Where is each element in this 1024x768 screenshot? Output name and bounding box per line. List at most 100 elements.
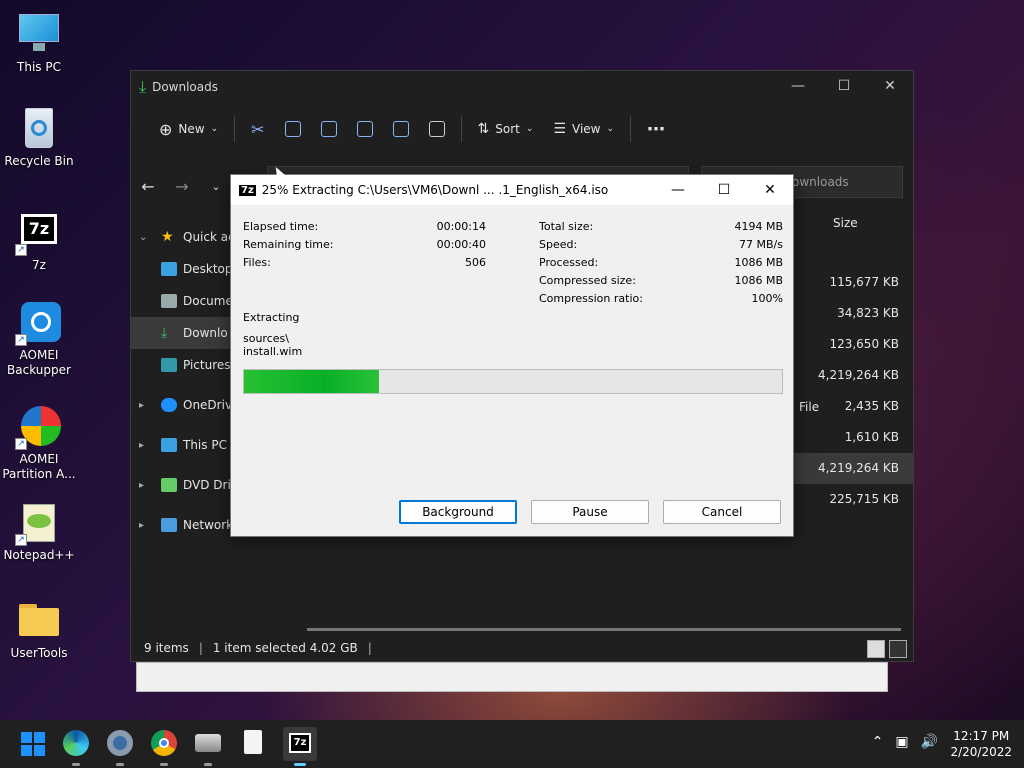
- clock-time: 12:17 PM: [953, 729, 1010, 743]
- desktop-icon-aomei-partition[interactable]: ↗ AOMEI Partition A...: [0, 404, 78, 482]
- column-header-size[interactable]: Size: [833, 216, 858, 230]
- rename-button[interactable]: [347, 113, 383, 145]
- copy-button[interactable]: [275, 113, 311, 145]
- 7zip-icon: 7z: [239, 184, 256, 196]
- back-arrow-icon[interactable]: ←: [131, 177, 165, 196]
- desktop-icon-7z[interactable]: 7z ↗ 7z: [0, 210, 78, 273]
- compression-ratio-label: Compression ratio:: [539, 292, 643, 305]
- desktop-icon-label: UserTools: [10, 646, 68, 660]
- desktop-icon-usertools[interactable]: UserTools: [0, 598, 78, 661]
- dialog-title: 25% Extracting C:\Users\VM6\Downl ... .1…: [261, 183, 609, 197]
- elapsed-time-label: Elapsed time:: [243, 220, 319, 233]
- more-options-button[interactable]: ⋯: [637, 113, 675, 145]
- desktop-icon-label: This PC: [17, 60, 61, 74]
- cut-button[interactable]: ✂: [241, 113, 274, 145]
- desktop-icon-this-pc[interactable]: This PC: [0, 12, 78, 75]
- recent-chevron-icon[interactable]: ⌄: [199, 180, 233, 193]
- background-window-strip: [136, 662, 888, 692]
- folder-icon: [17, 598, 61, 642]
- sort-label: Sort: [495, 122, 520, 136]
- file-size-cell: 123,650 KB: [829, 337, 899, 351]
- forward-arrow-icon[interactable]: →: [165, 177, 199, 196]
- view-label: View: [572, 122, 601, 136]
- view-button[interactable]: ☰ View ⌄: [543, 113, 624, 145]
- desktop-icon-label: AOMEI Partition A...: [2, 452, 76, 481]
- chevron-down-icon: ⌄: [139, 231, 148, 243]
- desktop-icon-aomei-backupper[interactable]: ↗ AOMEI Backupper: [0, 300, 78, 378]
- minimize-button[interactable]: —: [775, 71, 821, 101]
- background-button[interactable]: Background: [399, 500, 517, 524]
- close-button[interactable]: ✕: [867, 71, 913, 101]
- chevron-down-icon: ⌄: [525, 124, 534, 134]
- trash-icon: [428, 121, 445, 137]
- taskbar: 7z ⌃ ▣ 🔊 12:17 PM 2/20/2022: [0, 720, 1024, 768]
- volume-icon[interactable]: 🔊: [921, 734, 938, 750]
- taskbar-app-file[interactable]: [239, 730, 267, 758]
- current-path-line1: sources\: [243, 332, 289, 345]
- app-running-indicator: [160, 763, 168, 766]
- new-button[interactable]: ⊕ New ⌄: [149, 113, 228, 145]
- monitor-icon: [17, 12, 61, 56]
- share-button[interactable]: [383, 113, 419, 145]
- elapsed-time-value: 00:00:14: [436, 220, 486, 233]
- copy-icon: [284, 121, 301, 137]
- sidebar-item-label: Desktop: [183, 262, 233, 276]
- processed-value: 1086 MB: [734, 256, 783, 269]
- toolbar-separator: [234, 116, 236, 142]
- file-size-column: 115,677 KB 34,823 KB 123,650 KB 4,219,26…: [765, 267, 913, 515]
- pause-button[interactable]: Pause: [531, 500, 649, 524]
- close-button[interactable]: ✕: [747, 175, 793, 205]
- extraction-progress-dialog: 7z 25% Extracting C:\Users\VM6\Downl ...…: [230, 174, 794, 537]
- status-separator: |: [367, 641, 372, 655]
- taskbar-app-package[interactable]: [195, 730, 223, 766]
- dialog-window-controls: — ☐ ✕: [655, 175, 793, 205]
- edge-icon: [63, 730, 89, 756]
- sort-button[interactable]: ⇅ Sort ⌄: [468, 113, 544, 145]
- scissors-icon: ✂: [251, 119, 265, 139]
- network-icon[interactable]: ▣: [895, 734, 908, 750]
- app-running-indicator: [72, 763, 80, 766]
- cancel-button[interactable]: Cancel: [663, 500, 781, 524]
- extraction-progress-bar: [243, 369, 783, 394]
- operation-label: Extracting: [243, 311, 300, 324]
- horizontal-scrollbar[interactable]: [307, 628, 901, 631]
- 7zip-icon: 7z ↗: [15, 210, 61, 256]
- rename-icon: [356, 121, 373, 137]
- explorer-toolbar: ⊕ New ⌄ ✂ ⇅ Sort ⌄ ☰ View ⌄ ⋯: [131, 103, 913, 155]
- clock[interactable]: 12:17 PM 2/20/2022: [950, 728, 1012, 760]
- file-size-cell: 1,610 KB: [844, 430, 899, 444]
- package-icon: [195, 734, 221, 752]
- desktop-icon-label: 7z: [32, 258, 46, 272]
- delete-button[interactable]: [419, 113, 455, 145]
- monitor-icon: [161, 438, 177, 452]
- settings-icon: [107, 730, 133, 756]
- status-item-count: 9 items: [144, 641, 189, 655]
- file-icon: [244, 730, 262, 754]
- app-running-indicator: [294, 763, 306, 766]
- plus-circle-icon: ⊕: [159, 119, 173, 139]
- share-icon: [392, 121, 409, 137]
- maximize-button[interactable]: ☐: [701, 175, 747, 205]
- paste-button[interactable]: [311, 113, 347, 145]
- 7zip-icon: 7z: [289, 733, 311, 753]
- minimize-button[interactable]: —: [655, 175, 701, 205]
- desktop-icon-notepadpp[interactable]: ↗ Notepad++: [0, 500, 78, 563]
- toolbar-separator: [630, 116, 632, 142]
- details-view-button[interactable]: [867, 640, 885, 658]
- compressed-size-label: Compressed size:: [539, 274, 636, 287]
- chrome-icon: [151, 730, 177, 756]
- chevron-right-icon: ▸: [139, 479, 145, 491]
- taskbar-app-chrome[interactable]: [151, 730, 179, 766]
- taskbar-app-settings[interactable]: [107, 730, 135, 766]
- chevron-up-icon[interactable]: ⌃: [872, 734, 884, 750]
- tiles-view-button[interactable]: [889, 640, 907, 658]
- taskbar-app-7zip[interactable]: 7z: [283, 727, 317, 766]
- start-button[interactable]: [19, 730, 47, 758]
- download-icon: ⤓: [139, 77, 147, 96]
- maximize-button[interactable]: ☐: [821, 71, 867, 101]
- desktop-icon-recycle-bin[interactable]: Recycle Bin: [0, 106, 78, 169]
- file-size-cell: 115,677 KB: [829, 275, 899, 289]
- sidebar-item-label: Docume: [183, 294, 233, 308]
- files-label: Files:: [243, 256, 271, 269]
- taskbar-app-edge[interactable]: [63, 730, 91, 766]
